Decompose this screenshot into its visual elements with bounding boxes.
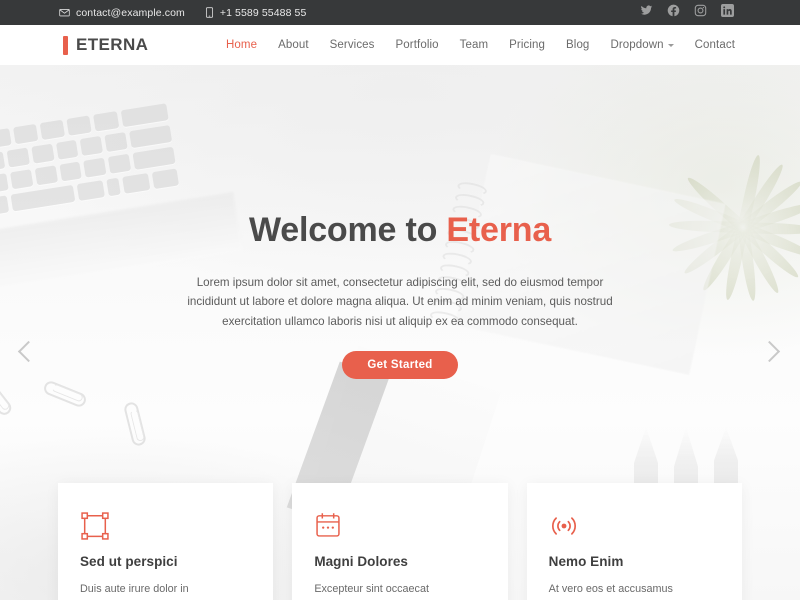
nav-label: Dropdown [610, 39, 664, 51]
nav-label: Contact [694, 39, 735, 51]
chevron-left-icon [17, 340, 40, 363]
hero-title: Welcome to Eterna [0, 210, 800, 251]
bounding-box-icon [80, 511, 251, 541]
nav-label: Team [459, 39, 489, 51]
phone-icon [205, 7, 214, 18]
card-text: Duis aute irure dolor in reprehenderit i… [80, 583, 189, 595]
envelope-icon [59, 7, 70, 18]
hero-cta-row: Get Started [0, 350, 800, 379]
main-navigation: Home About Services Portfolio Team Prici… [226, 39, 735, 51]
topbar-phone[interactable]: +1 5589 55488 55 [205, 7, 307, 19]
nav-label: Pricing [509, 39, 546, 51]
top-contact-bar: contact@example.com +1 5589 55488 55 [0, 0, 800, 25]
hero-title-accent: Eterna [446, 211, 552, 249]
card-icon-wrapper [549, 511, 720, 545]
card-icon-wrapper [314, 511, 485, 545]
nav-item-blog[interactable]: Blog [566, 39, 589, 51]
card-title: Nemo Enim [548, 554, 624, 569]
nav-label: Portfolio [395, 39, 439, 51]
nav-item-services[interactable]: Services [330, 39, 375, 51]
carousel-prev-button[interactable] [12, 337, 42, 373]
feature-card[interactable]: Magni Dolores Excepteur sint occaecat cu… [292, 483, 508, 600]
chevron-down-icon [667, 44, 674, 47]
nav-item-contact[interactable]: Contact [695, 39, 735, 51]
nav-label: About [278, 39, 309, 51]
hero-section: Welcome to Eterna Lorem ipsum dolor sit … [0, 65, 800, 600]
card-title: Magni Dolores [314, 554, 408, 569]
feature-card[interactable]: Nemo Enim At vero eos et accusamus et iu… [526, 483, 742, 600]
calendar-icon [314, 511, 485, 539]
nav-label: Home [225, 39, 258, 51]
nav-item-portfolio[interactable]: Portfolio [396, 39, 439, 51]
logo-text: ETERNA [76, 35, 149, 54]
topbar-phone-text: +1 5589 55488 55 [219, 6, 307, 19]
site-header: ETERNA Home About Services Portfolio Tea… [0, 25, 800, 65]
hero-content: Welcome to Eterna Lorem ipsum dolor sit … [0, 65, 800, 379]
feature-cards: Sed ut perspici Duis aute irure dolor in… [0, 483, 800, 600]
get-started-button[interactable]: Get Started [342, 350, 458, 379]
twitter-icon[interactable] [640, 4, 653, 22]
topbar-email[interactable]: contact@example.com [59, 7, 185, 19]
nav-label: Services [329, 39, 375, 51]
logo-bar-icon [63, 35, 68, 55]
linkedin-icon[interactable] [721, 3, 734, 22]
nav-item-about[interactable]: About [278, 39, 309, 51]
topbar-contact-group: contact@example.com +1 5589 55488 55 [59, 7, 306, 19]
chevron-right-icon [758, 340, 781, 363]
facebook-icon[interactable] [667, 4, 680, 22]
nav-item-home[interactable]: Home [226, 39, 257, 51]
hero-paragraph: Lorem ipsum dolor sit amet, consectetur … [187, 275, 613, 328]
instagram-icon[interactable] [694, 4, 707, 22]
topbar-email-text: contact@example.com [76, 6, 185, 19]
topbar-social-links [640, 3, 734, 22]
feature-card[interactable]: Sed ut perspici Duis aute irure dolor in… [58, 483, 274, 600]
hero-title-plain: Welcome to [248, 211, 447, 249]
nav-item-dropdown[interactable]: Dropdown [610, 39, 674, 51]
nav-label: Blog [566, 39, 590, 51]
carousel-next-button[interactable] [758, 337, 788, 373]
broadcast-icon [549, 511, 720, 541]
nav-item-pricing[interactable]: Pricing [509, 39, 545, 51]
card-icon-wrapper [80, 511, 251, 545]
card-text: Excepteur sint occaecat cupidatat non pr… [314, 583, 429, 595]
nav-item-team[interactable]: Team [460, 39, 489, 51]
site-logo[interactable]: ETERNA [63, 35, 148, 55]
card-text: At vero eos et accusamus et iusto odio d… [548, 583, 673, 595]
card-title: Sed ut perspici [80, 554, 178, 569]
